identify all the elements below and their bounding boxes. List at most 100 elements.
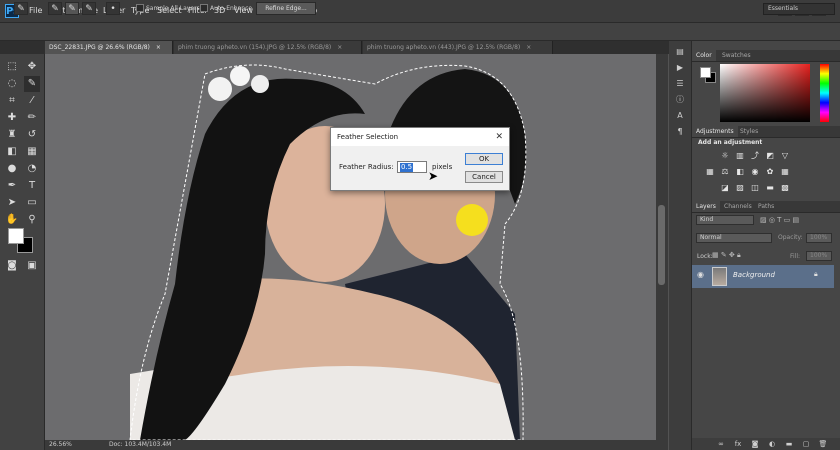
brightness-icon[interactable]: ☼	[720, 151, 730, 161]
menu-file[interactable]: File	[29, 0, 42, 22]
history-panel-icon[interactable]: ▤	[673, 46, 687, 58]
adjustment-layer-icon[interactable]: ◐	[767, 438, 777, 450]
color-balance-icon[interactable]: ⚖	[720, 167, 730, 177]
tab-color[interactable]: Color	[692, 50, 716, 61]
paragraph-panel-icon[interactable]: ¶	[673, 126, 687, 138]
new-selection-icon[interactable]: ✎	[48, 2, 62, 15]
dialog-close-icon[interactable]: ✕	[495, 128, 503, 146]
color-lookup-icon[interactable]: ▦	[780, 167, 790, 177]
tab-swatches[interactable]: Swatches	[718, 50, 755, 61]
layer-style-icon[interactable]: fx	[733, 438, 743, 450]
quick-selection-tool-icon[interactable]: ✎	[24, 76, 40, 92]
foreground-color-swatch[interactable]	[8, 228, 24, 244]
levels-icon[interactable]: ▥	[735, 151, 745, 161]
brush-tool-icon[interactable]: ✏	[24, 110, 40, 126]
clone-stamp-icon[interactable]: ♜	[4, 127, 20, 143]
eyedropper-tool-icon[interactable]: ⁄	[24, 93, 40, 109]
gradient-tool-icon[interactable]: ▦	[24, 144, 40, 160]
hue-saturation-icon[interactable]: ▦	[705, 167, 715, 177]
brush-size-icon[interactable]: •	[106, 2, 120, 15]
gradient-map-icon[interactable]: ▬	[765, 183, 775, 193]
tab-adjustments[interactable]: Adjustments	[692, 126, 738, 137]
feather-radius-input[interactable]: 0.5	[397, 161, 427, 173]
vibrance-icon[interactable]: ▽	[780, 151, 790, 161]
type-tool-icon[interactable]: T	[24, 178, 40, 194]
curves-icon[interactable]: ⤴	[750, 151, 760, 161]
selective-color-icon[interactable]: ▩	[780, 183, 790, 193]
blend-mode-select[interactable]: Normal	[696, 233, 772, 243]
threshold-icon[interactable]: ◫	[750, 183, 760, 193]
zoom-level[interactable]: 26.56%	[49, 440, 72, 450]
menu-bar	[0, 0, 840, 23]
hand-tool-icon[interactable]: ✋	[4, 212, 20, 228]
exposure-icon[interactable]: ◩	[765, 151, 775, 161]
adjustments-panel-tabs: Adjustments Styles	[692, 126, 840, 138]
pen-tool-icon[interactable]: ✒	[4, 178, 20, 194]
black-white-icon[interactable]: ◧	[735, 167, 745, 177]
tab-channels[interactable]: Channels	[720, 201, 756, 212]
tab-label: DSC_22831.JPG @ 26.6% (RGB/8)	[49, 44, 150, 51]
history-brush-icon[interactable]: ↺	[24, 127, 40, 143]
panel-foreground-swatch[interactable]	[700, 67, 711, 78]
fill-field[interactable]: 100%	[806, 251, 832, 261]
color-spectrum-field[interactable]	[720, 64, 810, 122]
path-selection-icon[interactable]: ➤	[4, 195, 20, 211]
eraser-tool-icon[interactable]: ◧	[4, 144, 20, 160]
tab-close-icon[interactable]: ×	[337, 44, 342, 51]
scrollbar-thumb[interactable]	[658, 205, 665, 285]
visibility-eye-icon[interactable]: ◉	[697, 270, 704, 279]
ok-button[interactable]: OK	[465, 153, 503, 165]
tab-document-3[interactable]: phim truong apheto.vn (443).JPG @ 12.5% …	[363, 41, 553, 54]
new-layer-icon[interactable]: ▢	[801, 438, 811, 450]
new-group-icon[interactable]: ▬	[784, 438, 794, 450]
auto-enhance-checkbox[interactable]	[200, 4, 208, 12]
cancel-button[interactable]: Cancel	[465, 171, 503, 183]
tab-styles[interactable]: Styles	[736, 126, 762, 137]
tab-document-1[interactable]: DSC_22831.JPG @ 26.6% (RGB/8) ×	[45, 41, 173, 54]
posterize-icon[interactable]: ▨	[735, 183, 745, 193]
tab-document-2[interactable]: phim truong apheto.vn (154).JPG @ 12.5% …	[174, 41, 362, 54]
blur-tool-icon[interactable]: ●	[4, 161, 20, 177]
healing-brush-icon[interactable]: ✚	[4, 110, 20, 126]
zoom-tool-icon[interactable]: ⚲	[24, 212, 40, 228]
dodge-tool-icon[interactable]: ◔	[24, 161, 40, 177]
photo-filter-icon[interactable]: ◉	[750, 167, 760, 177]
properties-panel-icon[interactable]: ☰	[673, 78, 687, 90]
layer-kind-filter[interactable]: Kind	[696, 215, 754, 225]
move-tool-icon[interactable]: ✥	[24, 59, 40, 75]
tab-label: phim truong apheto.vn (154).JPG @ 12.5% …	[178, 44, 332, 51]
canvas-area[interactable]	[45, 54, 656, 440]
tab-close-icon[interactable]: ×	[526, 44, 531, 51]
character-panel-icon[interactable]: A	[673, 110, 687, 122]
quick-selection-preset-icon[interactable]: ✎	[14, 2, 28, 15]
marquee-tool-icon[interactable]: ⬚	[4, 59, 20, 75]
workspace-select[interactable]: Essentials	[763, 3, 835, 15]
tab-layers[interactable]: Layers	[692, 201, 720, 212]
invert-icon[interactable]: ◪	[720, 183, 730, 193]
add-mask-icon[interactable]: ◙	[750, 438, 760, 450]
hue-slider[interactable]	[820, 64, 829, 122]
lasso-tool-icon[interactable]: ◌	[4, 76, 20, 92]
document-photo	[45, 54, 656, 440]
tab-close-icon[interactable]: ×	[156, 44, 161, 51]
actions-panel-icon[interactable]: ▶	[673, 62, 687, 74]
add-to-selection-icon[interactable]: ✎	[65, 2, 79, 15]
screen-mode-icon[interactable]: ▣	[24, 258, 40, 274]
rectangle-tool-icon[interactable]: ▭	[24, 195, 40, 211]
quick-mask-icon[interactable]: ◙	[4, 258, 20, 274]
opacity-field[interactable]: 100%	[806, 233, 832, 243]
subtract-from-selection-icon[interactable]: ✎	[82, 2, 96, 15]
crop-tool-icon[interactable]: ⌗	[4, 93, 20, 109]
info-panel-icon[interactable]: ⓘ	[673, 94, 687, 106]
sample-all-layers-checkbox[interactable]	[136, 4, 144, 12]
link-layers-icon[interactable]: ∞	[716, 438, 726, 450]
options-bar	[0, 23, 840, 41]
tab-paths[interactable]: Paths	[754, 201, 778, 212]
color-panel-tabs: Color Swatches	[692, 50, 840, 62]
delete-layer-icon[interactable]: 🗑︎	[818, 438, 828, 450]
refine-edge-button[interactable]: Refine Edge...	[256, 2, 316, 15]
channel-mixer-icon[interactable]: ✿	[765, 167, 775, 177]
layer-filter-icons[interactable]: ▨ ◎ T ▭ ▤	[760, 215, 832, 225]
opacity-label: Opacity:	[778, 234, 803, 241]
lock-icons[interactable]: ▦ ✎ ✥ 🔒︎	[712, 251, 741, 260]
